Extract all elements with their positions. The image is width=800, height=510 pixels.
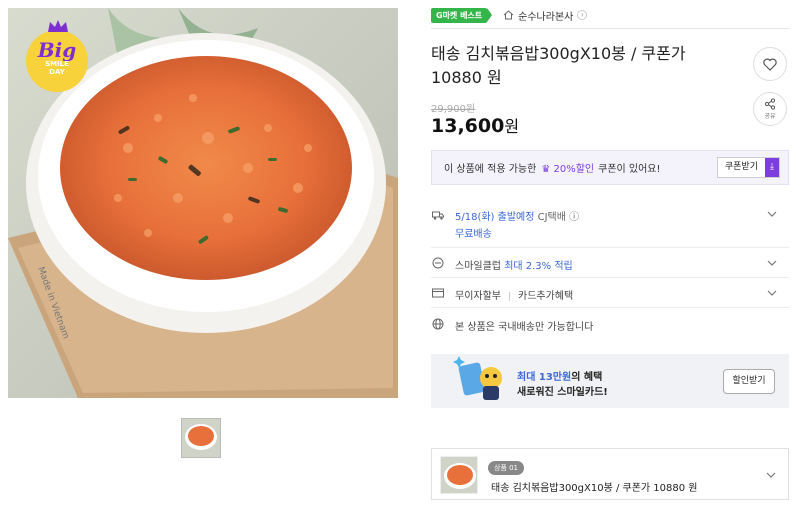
- chevron-down-icon: [767, 211, 777, 217]
- chevron-down-icon: [767, 290, 777, 296]
- chevron-down-icon: [766, 472, 776, 478]
- option-name: 태송 김치볶음밥300gX10봉 / 쿠폰가 10880 원: [491, 483, 698, 494]
- carrier: CJ택배: [537, 212, 566, 223]
- share-button[interactable]: 공유: [753, 92, 787, 126]
- main-product-image: Made in Vietnam Big SMILE DAY: [8, 8, 398, 398]
- shipping-fee: 무료배송: [455, 229, 492, 240]
- product-title: 태송 김치볶음밥300gX10봉 / 쿠폰가 10880 원: [431, 42, 731, 90]
- gmarket-best-badge: G마켓 베스트: [431, 7, 493, 23]
- separator: [509, 291, 510, 301]
- smile-card-banner[interactable]: 최대 13만원의 혜택 새로워진 스마일카드! 할인받기: [431, 354, 789, 408]
- info-circle-icon: ⓘ: [569, 212, 580, 223]
- card-benefit-row[interactable]: 무이자할부 카드추가혜택: [431, 278, 789, 308]
- option-tag: 상품 01: [488, 461, 525, 475]
- shop-link[interactable]: 순수나라본사 ›: [503, 8, 588, 23]
- shop-name: 순수나라본사: [518, 11, 574, 23]
- smileclub-label: 스마일클럽: [455, 261, 501, 272]
- banner-line1-rest: 의 혜택: [571, 372, 603, 383]
- divider: [431, 28, 789, 29]
- crown-icon: [48, 20, 68, 32]
- ship-date: 5/18(화) 출발예정: [455, 212, 535, 223]
- domestic-shipping-row: 본 상품은 국내배송만 가능합니다: [431, 308, 789, 340]
- coupon-suffix: 쿠폰이 있어요!: [598, 164, 661, 175]
- sale-price: 13,600원: [431, 113, 519, 137]
- badge-big-text: Big: [37, 38, 77, 62]
- banner-line1: 최대 13만원의 혜택: [517, 368, 602, 383]
- card-extra-label: 카드추가혜택: [518, 291, 574, 302]
- get-discount-button[interactable]: 할인받기: [723, 369, 775, 394]
- product-title-line2: 10880 원: [431, 68, 502, 87]
- option-thumbnail: [440, 456, 478, 494]
- home-icon: [503, 10, 514, 20]
- globe-icon: [432, 318, 444, 330]
- domestic-text: 본 상품은 국내배송만 가능합니다: [455, 322, 594, 333]
- coupon-box: 이 상품에 적용 가능한 ♛ 20%할인 쿠폰이 있어요! 쿠폰받기 ⤓: [431, 150, 789, 185]
- banner-line2: 새로워진 스마일카드!: [517, 387, 608, 398]
- option-thumbnail-image: [441, 457, 477, 493]
- card-text: 무이자할부 카드추가혜택: [455, 287, 573, 302]
- smileclub-text: 스마일클럽 최대 2.3% 적립: [455, 257, 573, 272]
- big-smile-day-badge: Big SMILE DAY: [26, 20, 88, 92]
- coupon-prefix: 이 상품에 적용 가능한: [444, 164, 537, 175]
- smileclub-benefit: 최대 2.3% 적립: [504, 261, 573, 272]
- seller-row: G마켓 베스트 순수나라본사 ›: [431, 7, 588, 23]
- option-selector[interactable]: 상품 01 태송 김치볶음밥300gX10봉 / 쿠폰가 10880 원: [431, 448, 789, 500]
- thumbnail-1[interactable]: [181, 418, 221, 458]
- installment-label: 무이자할부: [455, 291, 501, 302]
- badge-sub2: DAY: [49, 68, 65, 76]
- heart-icon: [763, 58, 777, 71]
- card-icon: [432, 288, 444, 298]
- like-button[interactable]: [753, 47, 787, 81]
- thumbnail-image: [182, 419, 220, 457]
- get-coupon-label: 쿠폰받기: [724, 162, 758, 172]
- price-unit: 원: [504, 117, 520, 136]
- chevron-down-icon: [767, 260, 777, 266]
- share-label: 공유: [764, 113, 776, 120]
- smile-card-illustration: [453, 356, 502, 400]
- truck-icon: [432, 211, 444, 220]
- banner-highlight: 최대 13만원: [517, 372, 572, 383]
- share-icon: [764, 98, 776, 110]
- price-value: 13,600: [431, 115, 505, 137]
- product-title-line1: 태송 김치볶음밥300gX10봉 / 쿠폰가: [431, 44, 686, 63]
- shipping-row[interactable]: 5/18(화) 출발예정 CJ택배 ⓘ 무료배송: [431, 198, 789, 248]
- coupon-discount: ♛ 20%할인: [541, 164, 595, 175]
- badge-sub1: SMILE: [45, 60, 69, 68]
- smileclub-icon: [432, 257, 444, 269]
- shipping-info: 5/18(화) 출발예정 CJ택배 ⓘ: [455, 208, 579, 223]
- chevron-right-icon: ›: [577, 10, 588, 20]
- smileclub-row[interactable]: 스마일클럽 최대 2.3% 적립: [431, 248, 789, 278]
- download-icon: ⤓: [765, 158, 779, 177]
- get-coupon-button[interactable]: 쿠폰받기 ⤓: [716, 157, 780, 178]
